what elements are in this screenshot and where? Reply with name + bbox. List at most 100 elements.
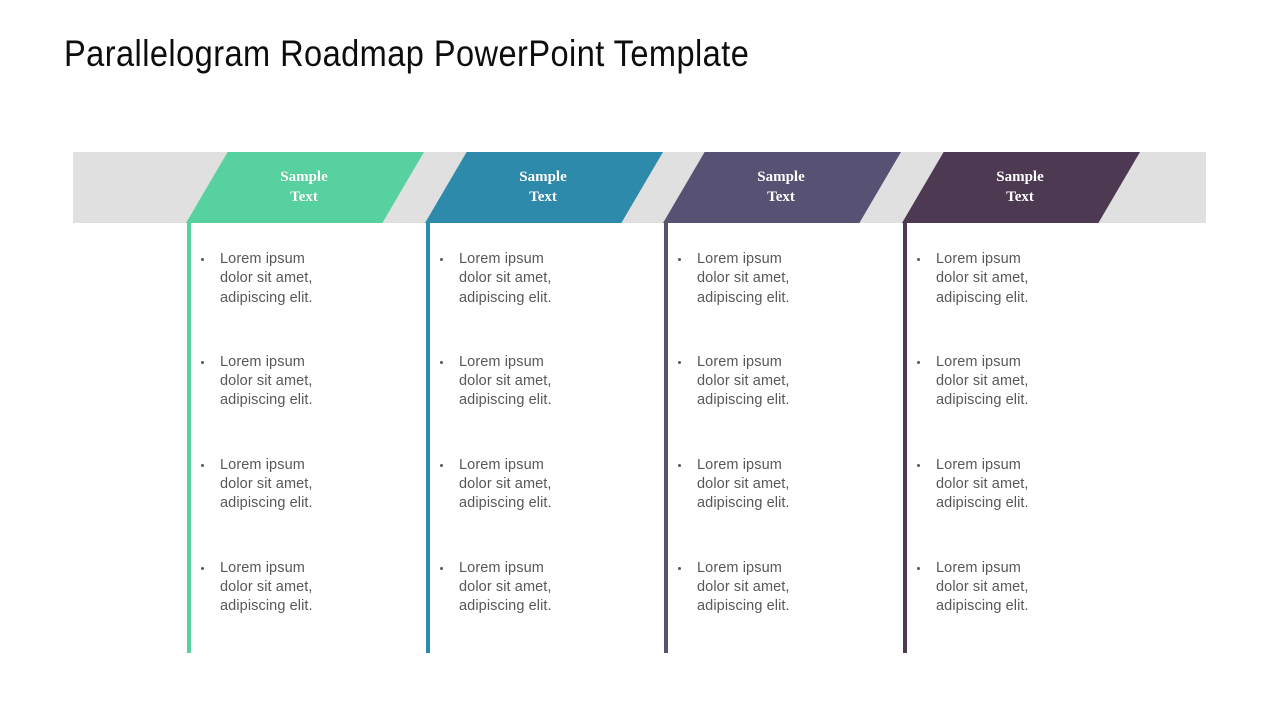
bullet-dot-icon [917,463,920,467]
list-item: Lorem ipsum dolor sit amet, adipiscing e… [903,559,1118,617]
column-header-2[interactable]: Sample Text [425,152,663,223]
column-header-4[interactable]: Sample Text [902,152,1140,223]
column-header-1[interactable]: Sample Text [186,152,424,223]
header-line-1: Sample [519,168,567,185]
header-line-1: Sample [757,168,805,185]
list-item: Lorem ipsum dolor sit amet, adipiscing e… [664,353,879,411]
column-header-label-1: Sample Text [280,168,328,208]
list-item: Lorem ipsum dolor sit amet, adipiscing e… [187,250,402,308]
bullet-line-2: dolor sit amet, [697,578,790,595]
column-header-label-4: Sample Text [996,168,1044,208]
bullet-dot-icon [678,463,681,467]
bullet-line-1: Lorem ipsum [220,456,305,473]
bullet-line-3: adipiscing elit. [220,289,313,306]
column-body-1: Lorem ipsum dolor sit amet, adipiscing e… [187,250,402,617]
header-line-2: Text [290,188,318,205]
bullet-line-2: dolor sit amet, [220,578,313,595]
slide-canvas: Parallelogram Roadmap PowerPoint Templat… [0,0,1280,720]
column-body-3: Lorem ipsum dolor sit amet, adipiscing e… [664,250,879,617]
bullet-dot-icon [917,360,920,364]
bullet-line-1: Lorem ipsum [936,559,1021,576]
bullet-dot-icon [440,258,443,261]
list-item: Lorem ipsum dolor sit amet, adipiscing e… [426,456,641,514]
bullet-line-1: Lorem ipsum [697,353,782,370]
header-line-2: Text [1006,188,1034,205]
bullet-line-3: adipiscing elit. [936,495,1029,512]
list-item: Lorem ipsum dolor sit amet, adipiscing e… [426,250,641,308]
bullet-line-2: dolor sit amet, [220,476,313,493]
bullet-dot-icon [917,258,920,261]
header-line-2: Text [767,188,795,205]
bullet-line-3: adipiscing elit. [936,392,1029,409]
column-header-3[interactable]: Sample Text [663,152,901,223]
list-item: Lorem ipsum dolor sit amet, adipiscing e… [664,559,879,617]
list-item: Lorem ipsum dolor sit amet, adipiscing e… [426,559,641,617]
list-item: Lorem ipsum dolor sit amet, adipiscing e… [187,353,402,411]
bullet-line-3: adipiscing elit. [697,289,790,306]
list-item: Lorem ipsum dolor sit amet, adipiscing e… [187,559,402,617]
bullet-line-3: adipiscing elit. [936,289,1029,306]
bullet-line-2: dolor sit amet, [220,270,313,287]
bullet-line-1: Lorem ipsum [220,559,305,576]
list-item: Lorem ipsum dolor sit amet, adipiscing e… [903,353,1118,411]
bullet-line-2: dolor sit amet, [697,373,790,390]
list-item: Lorem ipsum dolor sit amet, adipiscing e… [664,250,879,308]
bullet-line-2: dolor sit amet, [697,270,790,287]
list-item: Lorem ipsum dolor sit amet, adipiscing e… [187,456,402,514]
bullet-line-2: dolor sit amet, [459,373,552,390]
bullet-dot-icon [201,566,204,570]
bullet-dot-icon [678,566,681,570]
list-item: Lorem ipsum dolor sit amet, adipiscing e… [426,353,641,411]
column-body-4: Lorem ipsum dolor sit amet, adipiscing e… [903,250,1118,617]
bullet-line-3: adipiscing elit. [220,392,313,409]
bullet-dot-icon [440,360,443,364]
bullet-line-2: dolor sit amet, [459,270,552,287]
bullet-dot-icon [201,360,204,364]
bullet-line-2: dolor sit amet, [936,270,1029,287]
header-line-2: Text [529,188,557,205]
page-title: Parallelogram Roadmap PowerPoint Templat… [64,33,750,74]
bullet-dot-icon [678,360,681,364]
bullet-line-1: Lorem ipsum [459,456,544,473]
bullet-line-3: adipiscing elit. [697,392,790,409]
header-line-1: Sample [996,168,1044,185]
bullet-line-3: adipiscing elit. [220,495,313,512]
bullet-line-2: dolor sit amet, [697,476,790,493]
bullet-line-1: Lorem ipsum [220,251,305,267]
bullet-line-3: adipiscing elit. [936,598,1029,615]
bullet-line-1: Lorem ipsum [936,456,1021,473]
bullet-line-1: Lorem ipsum [459,251,544,267]
bullet-line-3: adipiscing elit. [220,598,313,615]
column-body-2: Lorem ipsum dolor sit amet, adipiscing e… [426,250,641,617]
bullet-line-2: dolor sit amet, [459,476,552,493]
bullet-line-3: adipiscing elit. [697,598,790,615]
bullet-line-3: adipiscing elit. [459,598,552,615]
header-line-1: Sample [280,168,328,185]
bullet-line-1: Lorem ipsum [220,353,305,370]
bullet-line-1: Lorem ipsum [459,559,544,576]
bullet-line-1: Lorem ipsum [936,251,1021,267]
bullet-line-2: dolor sit amet, [936,476,1029,493]
bullet-line-3: adipiscing elit. [459,289,552,306]
bullet-line-2: dolor sit amet, [220,373,313,390]
bullet-line-3: adipiscing elit. [459,495,552,512]
list-item: Lorem ipsum dolor sit amet, adipiscing e… [903,456,1118,514]
bullet-dot-icon [917,566,920,570]
bullet-line-2: dolor sit amet, [936,373,1029,390]
bullet-line-1: Lorem ipsum [697,251,782,267]
bullet-line-1: Lorem ipsum [697,559,782,576]
bullet-line-3: adipiscing elit. [459,392,552,409]
bullet-line-2: dolor sit amet, [936,578,1029,595]
list-item: Lorem ipsum dolor sit amet, adipiscing e… [903,250,1118,308]
list-item: Lorem ipsum dolor sit amet, adipiscing e… [664,456,879,514]
column-header-label-2: Sample Text [519,168,567,208]
bullet-line-1: Lorem ipsum [936,353,1021,370]
column-header-label-3: Sample Text [757,168,805,208]
bullet-dot-icon [201,258,204,261]
bullet-line-2: dolor sit amet, [459,578,552,595]
bullet-dot-icon [440,463,443,467]
bullet-dot-icon [678,258,681,261]
bullet-line-1: Lorem ipsum [697,456,782,473]
bullet-line-3: adipiscing elit. [697,495,790,512]
bullet-dot-icon [201,463,204,467]
